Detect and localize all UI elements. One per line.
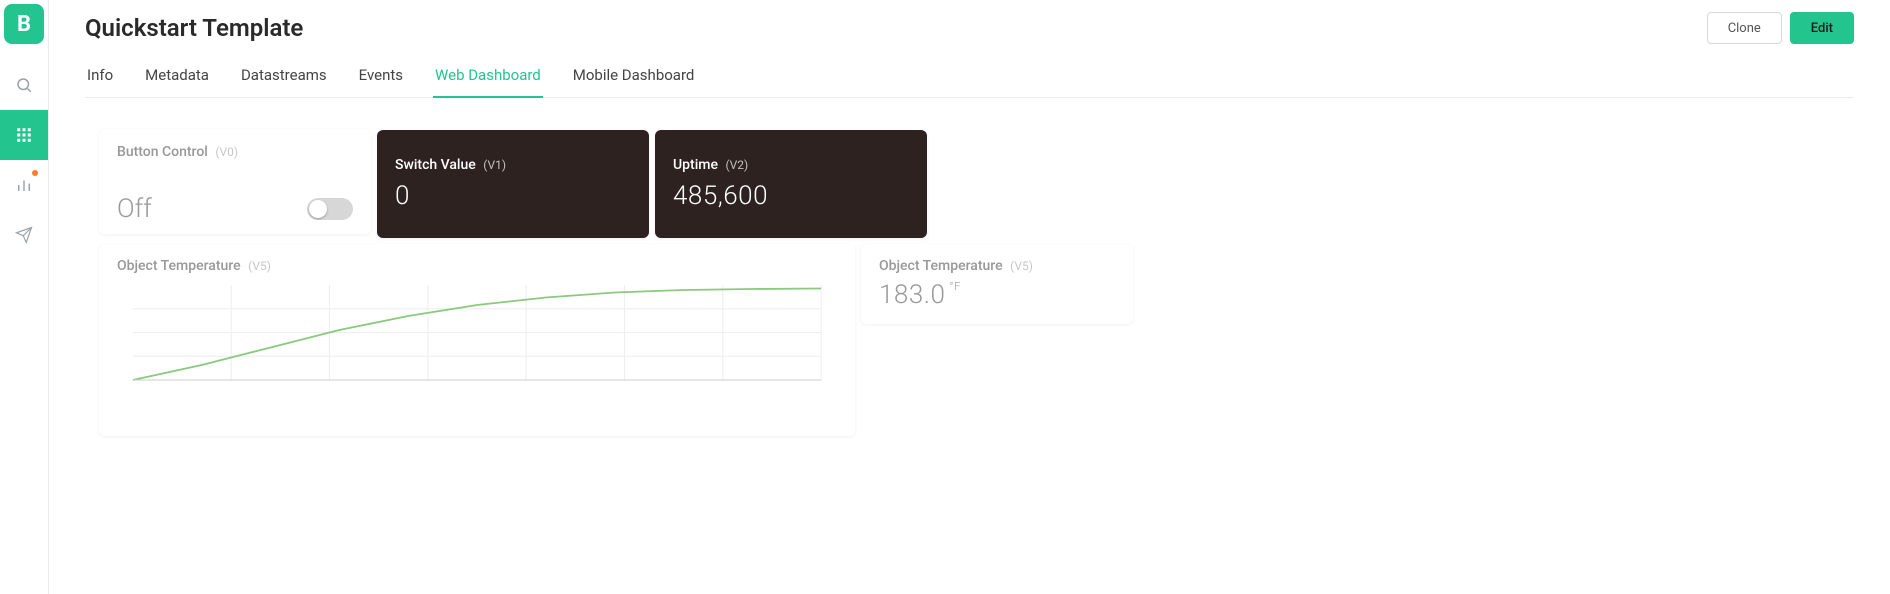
widget-title: Uptime (V2): [673, 157, 909, 173]
uptime-number: 485,600: [673, 181, 909, 211]
sidebar-item-send[interactable]: [0, 210, 48, 260]
widget-uptime: Uptime (V2) 485,600: [655, 130, 927, 238]
send-icon: [15, 226, 33, 244]
tab-datastreams[interactable]: Datastreams: [239, 56, 329, 98]
switch-value-number: 0: [395, 181, 631, 211]
widget-title-text: Uptime: [673, 157, 718, 173]
widget-title-text: Switch Value: [395, 157, 476, 173]
widget-title-text: Button Control: [117, 144, 208, 160]
grid-icon: [15, 126, 33, 144]
chart-icon: [15, 176, 33, 194]
widget-title: Object Temperature (V5): [117, 258, 837, 274]
sidebar-item-analytics[interactable]: [0, 160, 48, 210]
dashboard: Button Control (V0) Off Switch Value (V: [85, 98, 1854, 468]
widget-title: Object Temperature (V5): [879, 258, 1115, 274]
widget-button-control: Button Control (V0) Off: [99, 130, 371, 234]
notification-dot: [32, 170, 38, 176]
widget-temperature-chart: Object Temperature (V5): [99, 244, 855, 436]
temperature-number: 183.0: [879, 280, 945, 310]
brand-logo[interactable]: B: [4, 4, 44, 44]
sidebar-item-templates[interactable]: [0, 110, 48, 160]
header: Quickstart Template Clone Edit: [85, 0, 1854, 52]
widget-pin: (V1): [483, 158, 506, 172]
sidebar-item-search[interactable]: [0, 60, 48, 110]
dashboard-row-2: Object Temperature (V5) Object Temperatu…: [99, 244, 1840, 436]
page-title: Quickstart Template: [85, 14, 303, 42]
widget-temperature-value: Object Temperature (V5) 183.0 °F: [861, 244, 1133, 324]
widget-title: Button Control (V0): [117, 144, 353, 160]
tab-mobile-dashboard[interactable]: Mobile Dashboard: [571, 56, 697, 98]
button-control-state: Off: [117, 194, 152, 224]
widget-pin: (V5): [248, 259, 271, 273]
sidebar: B: [0, 0, 49, 594]
toggle-knob: [309, 200, 327, 218]
brand-letter: B: [17, 12, 31, 37]
widget-pin: (V5): [1010, 259, 1033, 273]
dashboard-row-1: Button Control (V0) Off Switch Value (V: [99, 130, 1840, 238]
tabs: Info Metadata Datastreams Events Web Das…: [85, 52, 1854, 98]
tab-metadata[interactable]: Metadata: [143, 56, 211, 98]
widget-switch-value: Switch Value (V1) 0: [377, 130, 649, 238]
widget-title-text: Object Temperature: [117, 258, 241, 274]
tab-events[interactable]: Events: [357, 56, 405, 98]
edit-button[interactable]: Edit: [1790, 12, 1854, 44]
clone-button[interactable]: Clone: [1707, 12, 1782, 44]
main: Quickstart Template Clone Edit Info Meta…: [49, 0, 1890, 594]
button-control-toggle[interactable]: [307, 198, 353, 220]
search-icon: [15, 76, 33, 94]
temperature-chart-svg: [117, 280, 837, 390]
widget-pin: (V0): [215, 145, 238, 159]
tab-web-dashboard[interactable]: Web Dashboard: [433, 56, 543, 98]
temperature-value: 183.0 °F: [879, 280, 1115, 310]
temperature-unit: °F: [949, 280, 960, 293]
widget-title-text: Object Temperature: [879, 258, 1003, 274]
widget-title: Switch Value (V1): [395, 157, 631, 173]
widget-pin: (V2): [725, 158, 748, 172]
header-actions: Clone Edit: [1707, 12, 1854, 44]
tab-info[interactable]: Info: [85, 56, 115, 98]
